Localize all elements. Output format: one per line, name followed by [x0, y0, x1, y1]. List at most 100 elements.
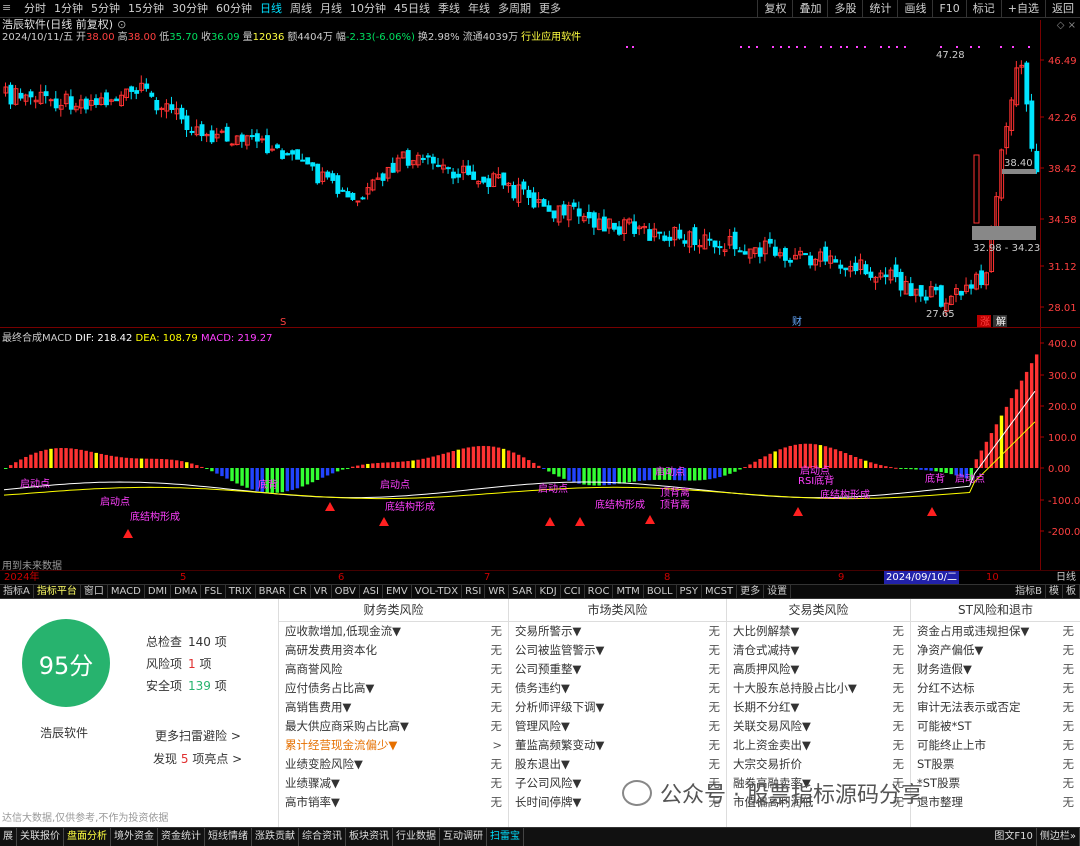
risk-row-status: 无	[490, 643, 503, 657]
risk-row[interactable]: 分析师评级下调▼ 无	[509, 698, 726, 717]
risk-row[interactable]: 退市整理 无	[911, 793, 1080, 812]
indicator-tab[interactable]: 指标平台	[34, 585, 81, 598]
risk-row[interactable]: 债务违约▼ 无	[509, 679, 726, 698]
risk-row[interactable]: 应收款增加,低现金流▼ 无	[279, 622, 508, 641]
indicator-tab[interactable]: 指标A	[0, 585, 34, 598]
risk-row[interactable]: 可能终止上市 无	[911, 736, 1080, 755]
marker-jie[interactable]: 解	[996, 315, 1006, 328]
risk-row[interactable]: 最大供应商采购占比高▼ 无	[279, 717, 508, 736]
bottom-tab[interactable]: 盘面分析	[64, 828, 111, 846]
risk-row[interactable]: 大比例解禁▼ 无	[727, 622, 910, 641]
risk-row[interactable]: 高市销率▼ 无	[279, 793, 508, 812]
risk-row[interactable]: 清仓式减持▼ 无	[727, 641, 910, 660]
risk-row[interactable]: 管理风险▼ 无	[509, 717, 726, 736]
bottom-tab[interactable]: 涨跌贡献	[252, 828, 299, 846]
risk-row[interactable]: 关联交易风险▼ 无	[727, 717, 910, 736]
indicator-tab[interactable]: TRIX	[226, 585, 256, 598]
risk-row[interactable]: 财务造假▼ 无	[911, 660, 1080, 679]
bottom-tab[interactable]: 互动调研	[440, 828, 487, 846]
macd-bar	[466, 447, 471, 468]
indicator-tab[interactable]: ASI	[360, 585, 383, 598]
risk-row[interactable]: 可能被*ST 无	[911, 717, 1080, 736]
indicator-tab[interactable]: FSL	[201, 585, 226, 598]
indicator-tab[interactable]: CR	[290, 585, 311, 598]
indicator-tab[interactable]: BOLL	[644, 585, 677, 598]
marker-up[interactable]: 涨	[980, 316, 990, 328]
indicator-tab[interactable]: DMA	[171, 585, 202, 598]
bottom-tab[interactable]: 综合资讯	[299, 828, 346, 846]
risk-row[interactable]: 公司预重整▼ 无	[509, 660, 726, 679]
macd-bar	[24, 456, 28, 468]
indicator-tab[interactable]: MACD	[108, 585, 145, 598]
indicator-tab[interactable]: DMI	[145, 585, 172, 598]
risk-row[interactable]: 分红不达标 无	[911, 679, 1080, 698]
indicator-tab[interactable]: SAR	[509, 585, 537, 598]
marker-fin[interactable]: 财	[792, 315, 802, 328]
risk-row[interactable]: 大宗交易折价 无	[727, 755, 910, 774]
indicator-tab[interactable]: BRAR	[256, 585, 290, 598]
indicator-tab[interactable]: PSY	[677, 585, 703, 598]
risk-row[interactable]: 业绩变脸风险▼ 无	[279, 755, 508, 774]
bottom-tab[interactable]: 境外资金	[111, 828, 158, 846]
macd-bar	[280, 468, 285, 493]
bottom-tab[interactable]: 扫雷宝	[487, 828, 524, 846]
risk-panel: 95分 浩辰软件 总检查 140 项 风险项 1 项 安全项 139 项 更多扫雷避险…	[0, 599, 1080, 827]
bottom-tab[interactable]: 资金统计	[158, 828, 205, 846]
indicator-tab[interactable]: MTM	[613, 585, 644, 598]
risk-row[interactable]: 高销售费用▼ 无	[279, 698, 508, 717]
indicator-tab[interactable]: WR	[485, 585, 510, 598]
indicator-tab[interactable]: 更多	[737, 585, 765, 598]
risk-row[interactable]: 资金占用或违规担保▼ 无	[911, 622, 1080, 641]
bottom-tab[interactable]: 短线情绪	[205, 828, 252, 846]
risk-row[interactable]: 高质押风险▼ 无	[727, 660, 910, 679]
marker-s[interactable]: S	[280, 317, 286, 328]
risk-row-status: 无	[708, 681, 721, 695]
risk-row-label: 高销售费用▼	[285, 700, 352, 714]
bottom-tab[interactable]: 关联报价	[17, 828, 64, 846]
price-axis-label: 42.26	[1048, 113, 1077, 124]
macd-axis-label: 100.0	[1048, 433, 1077, 444]
risk-row-status: 无	[708, 738, 721, 752]
risk-row[interactable]: 北上资金卖出▼ 无	[727, 736, 910, 755]
risk-row[interactable]: 累计经营现金流偏少▼ >	[279, 736, 508, 755]
highlights-link[interactable]: 发现 5 项亮点 >	[153, 750, 242, 767]
risk-row[interactable]: 股东退出▼ 无	[509, 755, 726, 774]
risk-row[interactable]: 业绩骤减▼ 无	[279, 774, 508, 793]
risk-row[interactable]: 审计无法表示或否定 无	[911, 698, 1080, 717]
risk-row[interactable]: 高研发费用资本化 无	[279, 641, 508, 660]
bottom-tab[interactable]: 展	[0, 828, 17, 846]
risk-row[interactable]: 长期不分红▼ 无	[727, 698, 910, 717]
bottom-right-button[interactable]: 侧边栏»	[1037, 828, 1080, 846]
indicator-tab[interactable]: CCI	[561, 585, 585, 598]
indicator-tab[interactable]: MCST	[702, 585, 738, 598]
indicator-tab[interactable]: 模	[1046, 585, 1063, 598]
indicator-tab[interactable]: EMV	[383, 585, 412, 598]
indicator-tab[interactable]: VOL-TDX	[412, 585, 463, 598]
chevron-down-icon[interactable]: ⊙	[117, 18, 126, 31]
quote-vol: 12036	[252, 32, 285, 43]
bottom-right-button[interactable]: 图文F10	[991, 828, 1037, 846]
risk-row[interactable]: 交易所警示▼ 无	[509, 622, 726, 641]
indicator-tab[interactable]: KDJ	[536, 585, 561, 598]
indicator-tab[interactable]: ROC	[585, 585, 614, 598]
more-scan-link[interactable]: 更多扫雷避险 >	[155, 727, 241, 744]
risk-row[interactable]: 高商誉风险 无	[279, 660, 508, 679]
indicator-tab[interactable]: VR	[311, 585, 332, 598]
window-controls[interactable]: ◇ ×	[1057, 20, 1076, 31]
indicator-tab[interactable]: OBV	[332, 585, 360, 598]
risk-row[interactable]: *ST股票 无	[911, 774, 1080, 793]
risk-row[interactable]: 净资产偏低▼ 无	[911, 641, 1080, 660]
bottom-tab[interactable]: 行业数据	[393, 828, 440, 846]
risk-row[interactable]: 董监高频繁变动▼ 无	[509, 736, 726, 755]
indicator-tab[interactable]: 板	[1063, 585, 1080, 598]
risk-row[interactable]: 公司被监管警示▼ 无	[509, 641, 726, 660]
macd-bar	[647, 468, 652, 481]
indicator-tab[interactable]: 指标B	[1012, 585, 1046, 598]
risk-row[interactable]: 十大股东总持股占比小▼ 无	[727, 679, 910, 698]
bottom-tab[interactable]: 板块资讯	[346, 828, 393, 846]
risk-row[interactable]: 应付债务占比高▼ 无	[279, 679, 508, 698]
indicator-tab[interactable]: 设置	[764, 585, 792, 598]
indicator-tab[interactable]: 窗口	[81, 585, 108, 598]
indicator-tab[interactable]: RSI	[462, 585, 486, 598]
risk-row[interactable]: ST股票 无	[911, 755, 1080, 774]
